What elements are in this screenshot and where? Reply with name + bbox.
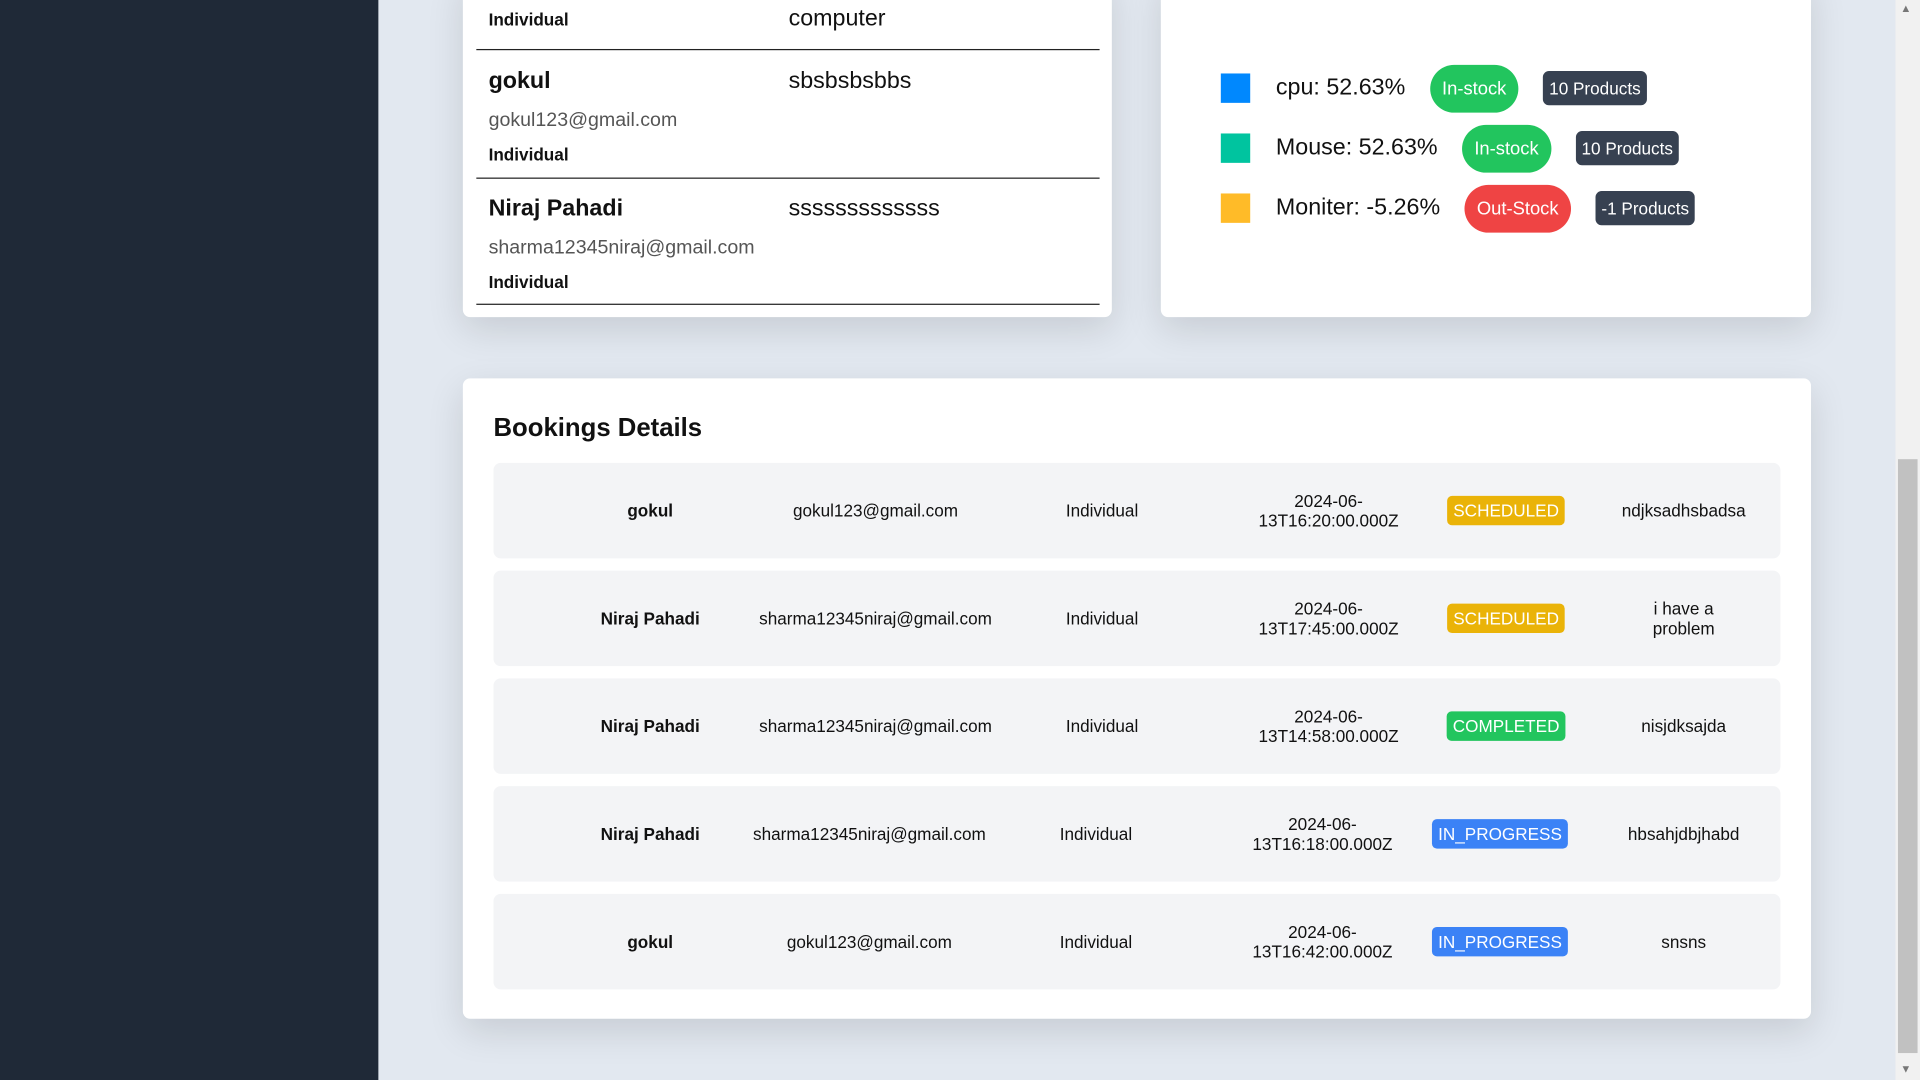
user-name: gokul: [488, 68, 551, 95]
bookings-title: Bookings Details: [493, 413, 703, 443]
stock-legend-item: cpu: 52.63% In-stock 10 Products: [1220, 64, 1647, 113]
booking-note: nisjdksajda: [1641, 716, 1727, 736]
user-email: gokul123@gmail.com: [488, 110, 678, 132]
booking-date: 2024-06-13T16:20:00.000Z: [1258, 491, 1399, 531]
booking-status: IN_PROGRESS: [1431, 926, 1569, 957]
booking-type: Individual: [1065, 716, 1139, 736]
user-type: Individual: [488, 271, 569, 292]
booking-name: Niraj Pahadi: [600, 824, 700, 844]
booking-row: gokul gokul123@gmail.com Individual 2024-06…: [493, 462, 1781, 559]
legend-color-swatch: [1220, 193, 1251, 223]
booking-status: IN_PROGRESS: [1431, 819, 1569, 849]
users-card: Individual computer gokul gokul123@gmail…: [462, 0, 1112, 318]
booking-type: Individual: [1065, 608, 1139, 629]
booking-date: 2024-06-13T16:42:00.000Z: [1252, 922, 1393, 962]
user-description: sbsbsbsbbs: [788, 68, 912, 95]
stock-legend-item: Mouse: 52.63% In-stock 10 Products: [1220, 124, 1680, 173]
user-row: Individual computer: [476, 0, 1100, 51]
booking-note: ndjksadhsbadsa: [1621, 500, 1746, 521]
booking-note: hbsahjdbjhabd: [1627, 824, 1740, 844]
page: Individual computer gokul gokul123@gmail…: [0, 0, 1920, 1080]
booking-name: Niraj Pahadi: [600, 716, 700, 736]
sidebar: [0, 0, 379, 1080]
booking-email: gokul123@gmail.com: [786, 931, 952, 952]
booking-name: Niraj Pahadi: [600, 608, 700, 629]
user-type: Individual: [488, 9, 569, 30]
booking-type: Individual: [1059, 931, 1133, 952]
user-type: Individual: [488, 144, 569, 165]
stock-legend-item: Moniter: -5.26% Out-Stock -1 Products: [1220, 184, 1696, 233]
booking-email: sharma12345niraj@gmail.com: [753, 824, 986, 844]
booking-email: sharma12345niraj@gmail.com: [759, 716, 992, 736]
booking-row: gokul gokul123@gmail.com Individual 2024-06…: [493, 893, 1781, 990]
booking-name: gokul: [627, 931, 674, 952]
booking-row: Niraj Pahadi sharma12345niraj@gmail.com In…: [493, 786, 1781, 882]
bookings-card: Bookings Details gokul gokul123@gmail.com…: [462, 378, 1812, 1019]
booking-note: snsns: [1661, 931, 1707, 952]
stock-status-badge: In-stock: [1429, 64, 1519, 113]
product-count-badge: -1 Products: [1595, 191, 1696, 226]
booking-name: gokul: [627, 500, 674, 521]
booking-type: Individual: [1059, 824, 1133, 844]
product-count-badge: 10 Products: [1543, 71, 1647, 106]
booking-note: i have a problem: [1652, 598, 1715, 638]
product-count-badge: 10 Products: [1575, 131, 1680, 166]
scrollbar-thumb[interactable]: [1897, 459, 1918, 1054]
scroll-up-icon[interactable]: ▲: [1900, 2, 1911, 14]
booking-date: 2024-06-13T14:58:00.000Z: [1258, 706, 1399, 746]
booking-status: SCHEDULED: [1447, 495, 1566, 526]
legend-color-swatch: [1220, 133, 1251, 163]
user-row: Niraj Pahadi sharma12345niraj@gmail.com …: [476, 179, 1100, 305]
booking-status: COMPLETED: [1446, 711, 1566, 741]
stock-label: Mouse: 52.63%: [1275, 134, 1438, 161]
user-name: Niraj Pahadi: [488, 195, 624, 222]
booking-date: 2024-06-13T17:45:00.000Z: [1258, 598, 1399, 638]
booking-email: gokul123@gmail.com: [792, 500, 959, 521]
booking-date: 2024-06-13T16:18:00.000Z: [1252, 814, 1393, 854]
user-row: gokul gokul123@gmail.com Individual sbsb…: [476, 51, 1100, 179]
booking-status: SCHEDULED: [1447, 603, 1566, 634]
stock-label: cpu: 52.63%: [1275, 74, 1406, 101]
user-email: sharma12345niraj@gmail.com: [488, 237, 755, 259]
booking-email: sharma12345niraj@gmail.com: [759, 608, 992, 629]
stock-status-badge: Out-Stock: [1464, 184, 1571, 233]
booking-row: Niraj Pahadi sharma12345niraj@gmail.com In…: [493, 570, 1781, 667]
stock-label: Moniter: -5.26%: [1275, 194, 1441, 221]
stock-card: cpu: 52.63% In-stock 10 Products Mouse: …: [1160, 0, 1812, 318]
stock-status-badge: In-stock: [1462, 124, 1551, 173]
legend-color-swatch: [1220, 73, 1251, 103]
user-description: sssssssssssss: [788, 195, 940, 222]
booking-type: Individual: [1065, 500, 1139, 521]
user-description: computer: [788, 6, 886, 32]
booking-row: Niraj Pahadi sharma12345niraj@gmail.com In…: [493, 678, 1781, 774]
scroll-down-icon[interactable]: ▼: [1900, 1063, 1911, 1075]
